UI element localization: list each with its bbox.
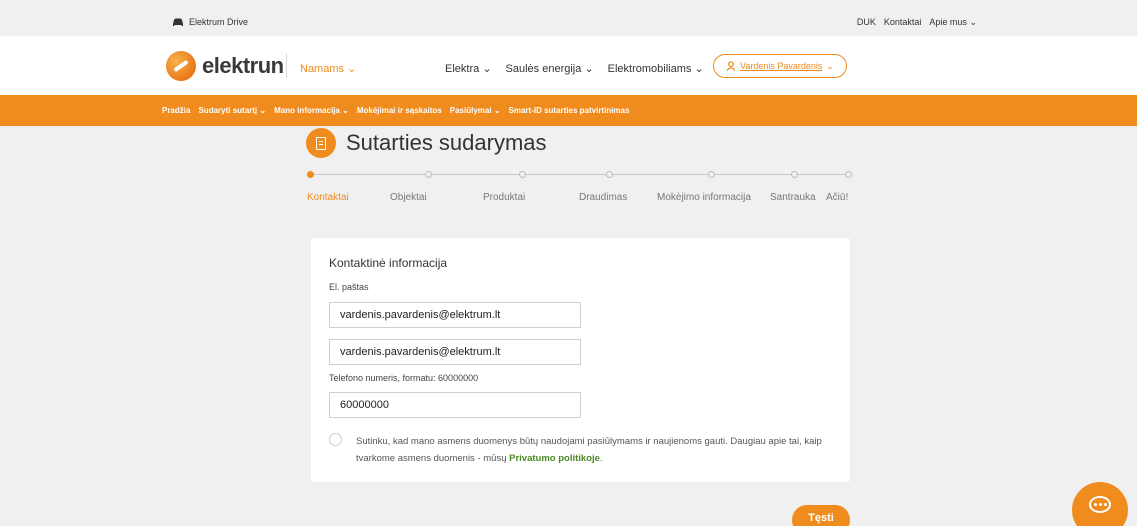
logo-text: elektrun xyxy=(202,53,284,78)
user-menu-button[interactable]: Vardenis Pavardenis ⌄ xyxy=(713,54,847,78)
step-dot xyxy=(425,171,432,178)
step-label: Kontaktai xyxy=(307,192,349,203)
subnav-item-pasiulymai[interactable]: Pasiūlymai ⌄ xyxy=(450,106,501,115)
consent-row: Sutinku, kad mano asmens duomenys būtų n… xyxy=(329,433,846,467)
phone-field[interactable] xyxy=(329,392,581,418)
chevron-down-icon: ⌄ xyxy=(584,63,594,75)
duk-link[interactable]: DUK xyxy=(857,17,876,28)
subnav-item-mokejimai[interactable]: Mokėjimai ir sąskaitos xyxy=(357,106,442,115)
chevron-down-icon: ⌄ xyxy=(259,106,267,115)
step-label: Ačiū! xyxy=(826,192,849,203)
contact-info-card: Kontaktinė informacija El. paštas Telefo… xyxy=(311,238,850,482)
subnav-label: Pasiūlymai xyxy=(449,106,492,115)
car-icon xyxy=(173,18,183,26)
phone-label: Telefono numeris, formatu: 60000000 xyxy=(329,373,479,383)
chevron-down-icon: ⌄ xyxy=(826,60,834,71)
top-utility-bar: Elektrum Drive DUK Kontaktai Apie mus ⌄ xyxy=(0,0,1137,36)
progress-stepper: Kontaktai Objektai Produktai Draudimas Mokėj… xyxy=(307,168,852,208)
email-label: El. paštas xyxy=(329,282,369,292)
page-title: Sutarties sudarymas xyxy=(306,128,547,158)
logo-mark-icon xyxy=(166,51,196,81)
chevron-down-icon: ⌄ xyxy=(969,17,977,27)
main-nav: Elektra ⌄ Saulės energija ⌄ Elektromobil… xyxy=(445,62,704,75)
step-dot xyxy=(791,171,798,178)
section-title: Kontaktinė informacija xyxy=(329,256,448,270)
subnav-label: Mano informacija xyxy=(274,106,340,115)
chat-button[interactable] xyxy=(1072,482,1128,526)
nav-label: Elektromobiliams xyxy=(607,63,692,75)
chevron-down-icon: ⌄ xyxy=(482,63,492,75)
email-confirm-field[interactable] xyxy=(329,339,581,365)
chevron-down-icon: ⌄ xyxy=(493,106,501,115)
subnav-item-mano-informacija[interactable]: Mano informacija ⌄ xyxy=(274,106,349,115)
step-dot xyxy=(845,171,852,178)
elektrum-drive-link[interactable]: Elektrum Drive xyxy=(172,17,248,27)
step-label: Draudimas xyxy=(579,192,628,203)
stepper-line xyxy=(311,174,848,175)
nav-label: Saulės energija xyxy=(505,63,582,75)
main-header: elektrun Namams ⌄ Elektra ⌄ Saulės energ… xyxy=(0,36,1137,95)
segment-selector[interactable]: Namams ⌄ xyxy=(300,62,356,75)
step-dot xyxy=(519,171,526,178)
consent-radio[interactable] xyxy=(329,433,342,446)
account-nav-bar: Pradžia Sudaryti sutartį ⌄ Mano informac… xyxy=(0,95,1137,126)
step-label: Santrauka xyxy=(770,192,816,203)
header-divider xyxy=(286,53,287,78)
subnav-label: Sudaryti sutartį xyxy=(198,106,258,115)
user-name: Vardenis Pavardenis xyxy=(740,61,823,71)
segment-label: Namams xyxy=(300,63,345,75)
page-title-text: Sutarties sudarymas xyxy=(346,130,547,155)
consent-text-end: . xyxy=(599,453,603,464)
elektrum-drive-label: Elektrum Drive xyxy=(189,17,249,27)
chevron-down-icon: ⌄ xyxy=(694,63,704,75)
privacy-policy-link[interactable]: Privatumo politikoje xyxy=(509,453,600,464)
subnav-item-smart-id[interactable]: Smart-ID sutarties patvirtinimas xyxy=(509,106,630,115)
apie-mus-label: Apie mus xyxy=(929,17,967,27)
user-icon xyxy=(726,61,736,71)
subnav-item-sudaryti-sutarti[interactable]: Sudaryti sutartį ⌄ xyxy=(198,106,266,115)
step-dot xyxy=(307,171,314,178)
step-label: Objektai xyxy=(390,192,427,203)
step-dot xyxy=(708,171,715,178)
apie-mus-link[interactable]: Apie mus ⌄ xyxy=(929,17,977,28)
nav-item-elektra[interactable]: Elektra ⌄ xyxy=(445,62,492,75)
consent-text: Sutinku, kad mano asmens duomenys būtų n… xyxy=(356,433,846,467)
elektrum-logo[interactable]: elektrun xyxy=(166,51,284,81)
step-label: Mokėjimo informacija xyxy=(657,192,751,203)
nav-item-saules-energija[interactable]: Saulės energija ⌄ xyxy=(506,62,594,75)
step-label: Produktai xyxy=(483,192,526,203)
chevron-down-icon: ⌄ xyxy=(347,63,357,75)
subnav-item-pradzia[interactable]: Pradžia xyxy=(162,106,190,115)
document-icon xyxy=(306,128,336,158)
kontaktai-link[interactable]: Kontaktai xyxy=(884,17,922,28)
continue-button[interactable]: Tęsti xyxy=(792,505,850,526)
nav-item-elektromobiliams[interactable]: Elektromobiliams ⌄ xyxy=(608,62,704,75)
email-field[interactable] xyxy=(329,302,581,328)
nav-label: Elektra xyxy=(445,63,480,75)
chat-icon xyxy=(1089,496,1111,513)
chevron-down-icon: ⌄ xyxy=(342,106,349,115)
step-dot xyxy=(606,171,613,178)
